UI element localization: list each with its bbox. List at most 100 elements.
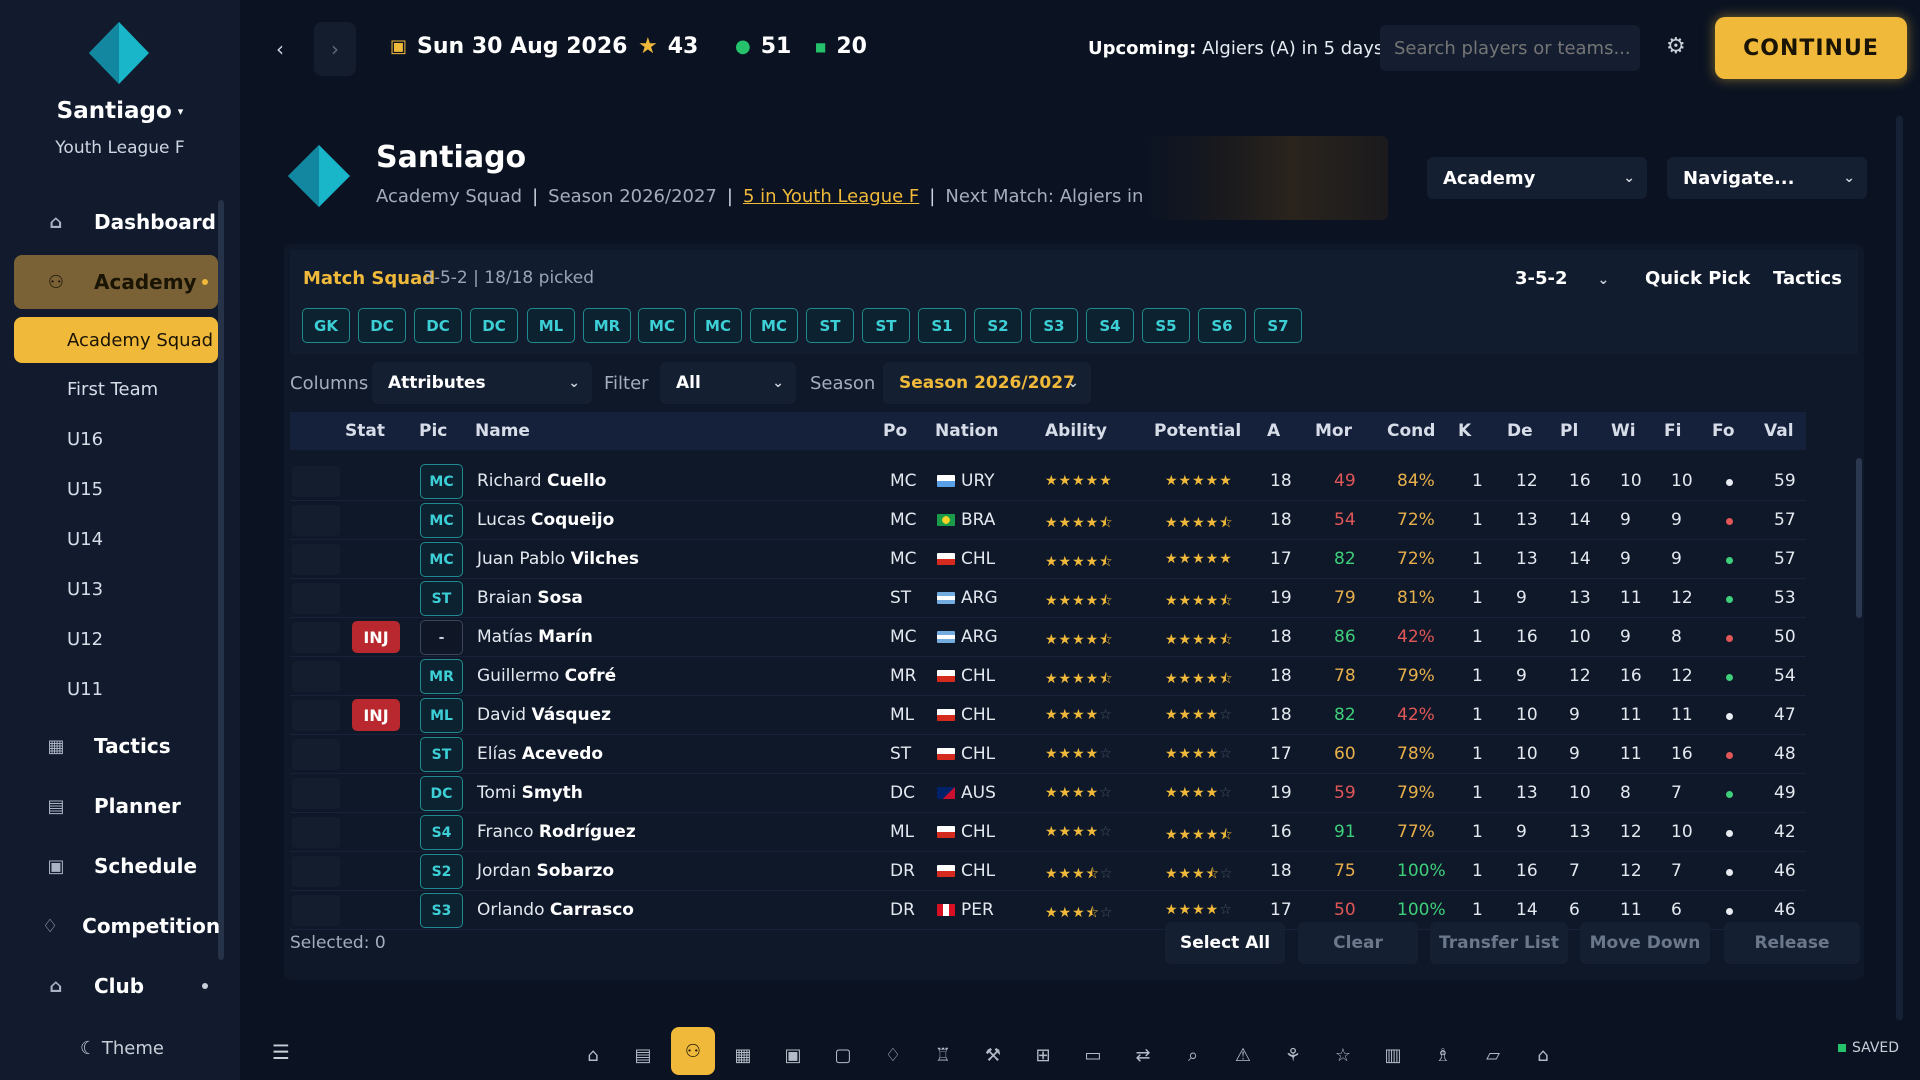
column-header-wi[interactable]: Wi xyxy=(1611,421,1636,441)
navigate-dropdown[interactable]: Navigate... ⌄ xyxy=(1667,157,1867,199)
position-chip-s1[interactable]: S1 xyxy=(918,308,966,343)
home-icon[interactable]: ⌂ xyxy=(571,1036,615,1074)
folder-icon[interactable]: ▱ xyxy=(1471,1036,1515,1074)
finance-icon[interactable]: ▭ xyxy=(1071,1036,1115,1074)
position-chip-st[interactable]: ST xyxy=(862,308,910,343)
column-header-k[interactable]: K xyxy=(1458,421,1471,441)
messages-counter[interactable]: ● 51 xyxy=(735,34,791,59)
main-scrollbar[interactable] xyxy=(1896,116,1903,1020)
player-picture[interactable]: S2 xyxy=(420,854,463,889)
news-icon[interactable]: ▤ xyxy=(621,1036,665,1074)
row-checkbox[interactable] xyxy=(292,817,340,848)
row-checkbox[interactable] xyxy=(292,622,340,653)
player-name[interactable]: David Vásquez xyxy=(477,705,611,725)
sub-u12[interactable]: U12 xyxy=(14,616,218,662)
forward-button[interactable]: › xyxy=(314,22,356,76)
column-header-stat[interactable]: Stat xyxy=(345,421,385,441)
player-name[interactable]: Elías Acevedo xyxy=(477,744,603,764)
player-name[interactable]: Matías Marín xyxy=(477,627,593,647)
player-name[interactable]: Lucas Coqueijo xyxy=(477,510,614,530)
clear-button[interactable]: Clear xyxy=(1298,922,1418,964)
staff-icon[interactable]: ⚠ xyxy=(1221,1036,1265,1074)
scout-icon[interactable]: ⌕ xyxy=(1171,1036,1215,1074)
row-checkbox[interactable] xyxy=(292,778,340,809)
position-chip-st[interactable]: ST xyxy=(806,308,854,343)
column-header-cond[interactable]: Cond xyxy=(1387,421,1435,441)
player-name[interactable]: Franco Rodríguez xyxy=(477,822,636,842)
sub-u14[interactable]: U14 xyxy=(14,516,218,562)
position-chip-s2[interactable]: S2 xyxy=(974,308,1022,343)
season-select[interactable]: Season 2026/2027 ⌄ xyxy=(883,362,1091,404)
columns-select[interactable]: Attributes ⌄ xyxy=(372,362,592,404)
row-checkbox[interactable] xyxy=(292,661,340,692)
nav-academy[interactable]: ⚇ Academy xyxy=(14,255,218,309)
transfer-list-button[interactable]: Transfer List xyxy=(1430,922,1568,964)
calendar-icon[interactable]: ▢ xyxy=(821,1036,865,1074)
nav-planner[interactable]: ▤ Planner xyxy=(14,779,218,833)
theme-toggle[interactable]: ☾ Theme xyxy=(80,1038,164,1059)
sidebar-scrollbar[interactable] xyxy=(218,200,224,960)
sub-academy-squad[interactable]: Academy Squad xyxy=(14,317,218,363)
search-input[interactable] xyxy=(1380,25,1640,71)
column-header-de[interactable]: De xyxy=(1507,421,1533,441)
trophy-icon[interactable]: ♢ xyxy=(871,1036,915,1074)
planner-icon[interactable]: ▣ xyxy=(771,1036,815,1074)
column-header-pl[interactable]: Pl xyxy=(1560,421,1578,441)
player-picture[interactable]: MR xyxy=(420,659,463,694)
sub-first-team[interactable]: First Team xyxy=(14,366,218,412)
formation-select[interactable]: 3-5-2 ⌄ xyxy=(1515,268,1609,289)
training-icon[interactable]: ⚒ xyxy=(971,1036,1015,1074)
sub-u13[interactable]: U13 xyxy=(14,566,218,612)
position-chip-dc[interactable]: DC xyxy=(414,308,462,343)
filter-select[interactable]: All ⌄ xyxy=(660,362,796,404)
column-header-nation[interactable]: Nation xyxy=(935,421,998,441)
tactics-icon[interactable]: ▦ xyxy=(721,1036,765,1074)
tactics-button[interactable]: Tactics xyxy=(1773,268,1842,289)
player-picture[interactable]: S4 xyxy=(420,815,463,850)
youth-icon[interactable]: ⚘ xyxy=(1271,1036,1315,1074)
club-icon[interactable]: ⌂ xyxy=(1521,1036,1565,1074)
position-chip-mc[interactable]: MC xyxy=(638,308,686,343)
player-picture[interactable]: S3 xyxy=(420,893,463,928)
position-chip-gk[interactable]: GK xyxy=(302,308,350,343)
position-chip-mr[interactable]: MR xyxy=(583,308,631,343)
row-checkbox[interactable] xyxy=(292,856,340,887)
continue-button[interactable]: CONTINUE xyxy=(1715,17,1907,79)
back-button[interactable]: ‹ xyxy=(259,22,301,76)
player-name[interactable]: Tomi Smyth xyxy=(477,783,583,803)
sub-u11[interactable]: U11 xyxy=(14,666,218,712)
position-chip-s4[interactable]: S4 xyxy=(1086,308,1134,343)
player-name[interactable]: Richard Cuello xyxy=(477,471,606,491)
row-checkbox[interactable] xyxy=(292,505,340,536)
stats-icon[interactable]: ▥ xyxy=(1371,1036,1415,1074)
player-picture[interactable]: ML xyxy=(420,698,463,733)
player-picture[interactable]: DC xyxy=(420,776,463,811)
row-checkbox[interactable] xyxy=(292,544,340,575)
transfer-icon[interactable]: ⇄ xyxy=(1121,1036,1165,1074)
column-header-mor[interactable]: Mor xyxy=(1315,421,1352,441)
player-picture[interactable]: - xyxy=(420,620,463,655)
menu-icon[interactable]: ☰ xyxy=(272,1040,290,1064)
nav-competition[interactable]: ♢ Competition xyxy=(14,899,220,953)
select-all-button[interactable]: Select All xyxy=(1165,922,1285,964)
medical-icon[interactable]: ⊞ xyxy=(1021,1036,1065,1074)
player-name[interactable]: Guillermo Cofré xyxy=(477,666,616,686)
row-checkbox[interactable] xyxy=(292,895,340,926)
position-chip-s6[interactable]: S6 xyxy=(1198,308,1246,343)
column-header-po[interactable]: Po xyxy=(883,421,907,441)
player-name[interactable]: Braian Sosa xyxy=(477,588,583,608)
column-header-ability[interactable]: Ability xyxy=(1045,421,1107,441)
column-header-name[interactable]: Name xyxy=(475,421,530,441)
position-chip-s5[interactable]: S5 xyxy=(1142,308,1190,343)
academy-icon[interactable]: ⚇ xyxy=(671,1027,715,1075)
player-picture[interactable]: ST xyxy=(420,581,463,616)
quick-pick-button[interactable]: Quick Pick xyxy=(1645,268,1750,289)
position-chip-s3[interactable]: S3 xyxy=(1030,308,1078,343)
position-chip-s7[interactable]: S7 xyxy=(1254,308,1302,343)
sub-u16[interactable]: U16 xyxy=(14,416,218,462)
nav-dashboard[interactable]: ⌂ Dashboard xyxy=(14,195,218,249)
column-header-potential[interactable]: Potential xyxy=(1154,421,1241,441)
column-header-fo[interactable]: Fo xyxy=(1712,421,1735,441)
sub-u15[interactable]: U15 xyxy=(14,466,218,512)
favourite-icon[interactable]: ☆ xyxy=(1321,1036,1365,1074)
